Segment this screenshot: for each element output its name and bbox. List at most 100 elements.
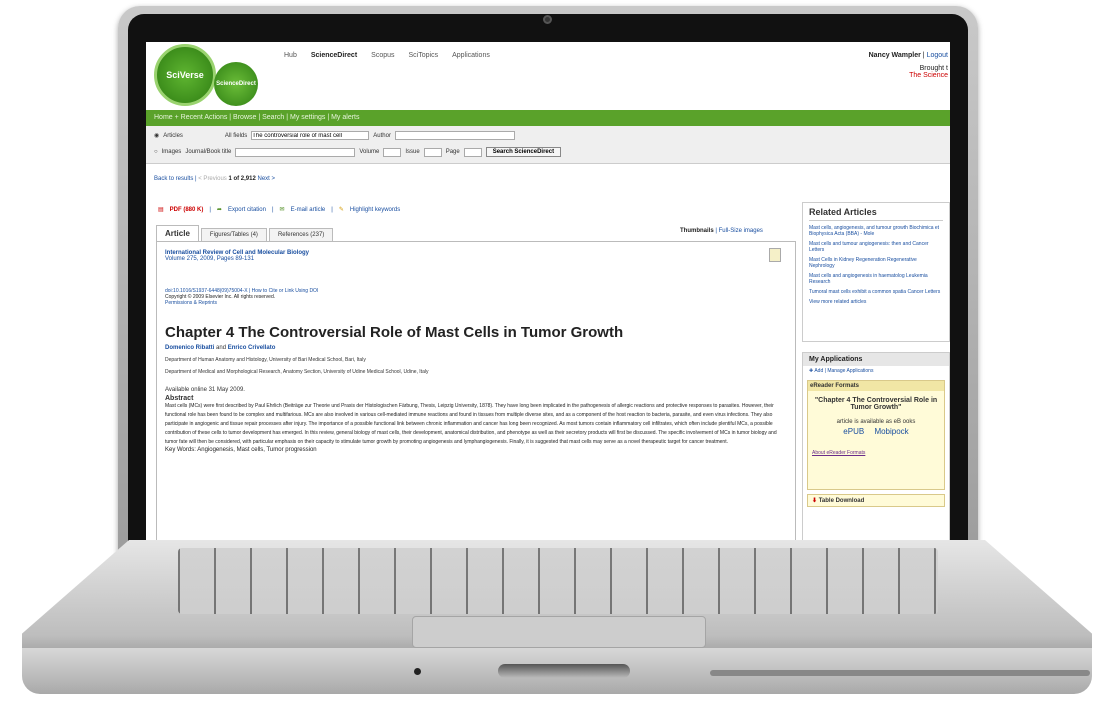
sciencedirect-logo[interactable]: ScienceDirect [214,62,258,106]
page-label: Page [445,149,460,155]
document-icon[interactable] [769,248,781,262]
topnav-scopus[interactable]: Scopus [371,52,394,59]
images-label: Images [161,149,182,155]
search-button[interactable]: Search ScienceDirect [485,147,562,157]
abstract-text: Mast cells (MCs) were first described by… [165,403,777,445]
abstract-heading: Abstract [165,395,194,402]
top-navigation: Hub ScienceDirect Scopus SciTopics Appli… [284,52,490,59]
sciverse-logo-text: SciVerse [166,70,204,80]
volume-link[interactable]: Volume 275, 2009, Pages 89-131 [165,256,787,262]
laptop-screen: SciVerse ScienceDirect Hub ScienceDirect… [146,42,950,550]
sciverse-logo[interactable]: SciVerse [154,44,216,106]
download-icon: ⬇ [812,498,818,504]
topnav-sciencedirect[interactable]: ScienceDirect [311,52,357,59]
journal-label: Journal/Book title [185,149,232,155]
articles-label: Articles [163,132,183,139]
articles-radio[interactable]: ◉ [154,132,159,139]
sciencedirect-page: SciVerse ScienceDirect Hub ScienceDirect… [146,42,950,550]
thumbnails-option[interactable]: Thumbnails [680,228,714,234]
manage-apps-link[interactable]: Manage Applications [827,368,873,374]
issue-input[interactable] [423,147,442,157]
ereader-title: eReader Formats [808,381,944,391]
affiliation-2: Department of Medical and Morphological … [165,369,429,375]
ereader-chapter: "Chapter 4 The Controversial Role in Tum… [814,397,938,411]
table-download-title: Table Download [818,498,865,504]
speaker-grille [710,670,1090,676]
keyboard [178,548,938,614]
permissions-link[interactable]: Permissions & Reprints [165,300,787,306]
volume-label: Volume [359,149,380,155]
sciencedirect-logo-text: ScienceDirect [216,81,256,87]
page-input[interactable] [463,147,482,157]
affiliation-1: Department of Human Anatomy and Histolog… [165,357,366,363]
view-more-related-link[interactable]: View more related articles [809,299,943,305]
ereader-available: article is available as eB ooks [836,419,916,425]
my-applications-heading: My Applications [803,353,949,366]
topnav-applications[interactable]: Applications [452,52,490,59]
related-article-item[interactable]: Mast Cells in Kidney Regeneration Regene… [809,257,943,269]
laptop-scene: SciVerse ScienceDirect Hub ScienceDirect… [0,0,1110,705]
my-applications-panel: My Applications ✚ Add | Manage Applicati… [802,352,950,550]
add-app-link[interactable]: Add [814,368,823,374]
article-body: International Review of Cell and Molecul… [156,242,796,550]
thumbs-sep: | [715,228,717,234]
related-articles-heading: Related Articles [809,207,943,221]
related-article-item[interactable]: Mast cells and angiogenesis in haematolo… [809,273,943,285]
export-icon: ➦ [216,207,222,213]
logout-link[interactable]: Logout [927,52,948,59]
allfields-label: All fields [224,132,248,139]
ereader-links: ePUB Mobipock [812,427,940,436]
power-led-icon [414,668,421,675]
topnav-hub[interactable]: Hub [284,52,297,59]
epub-link[interactable]: ePUB [843,427,864,436]
mobipocket-link[interactable]: Mobipock [874,427,908,436]
search-row-1: ◉ Articles All fields Author [154,131,515,140]
full-size-option[interactable]: Full-Size images [719,228,763,234]
user-name: Nancy Wampler [868,52,921,59]
export-citation-link[interactable]: Export citation [228,207,266,213]
author-1-link[interactable]: Domenico Ribatti [165,345,214,351]
author-2-link[interactable]: Enrico Crivellato [228,345,276,351]
next-link[interactable]: Next > [257,176,275,182]
app-actions: ✚ Add | Manage Applications [809,368,874,374]
tab-references[interactable]: References (237) [268,228,334,241]
right-sidebar: Related Articles Mast cells, angiogenesi… [802,202,950,550]
related-article-item[interactable]: Mast cells and tumour angiogenesis: then… [809,241,943,253]
journal-input[interactable] [235,147,356,157]
tab-article[interactable]: Article [156,225,199,241]
pdf-icon[interactable]: ▤ [158,206,164,213]
related-articles-list: Mast cells, angiogenesis, and tumour gro… [809,225,943,305]
disc-slot [498,664,630,678]
topnav-scitopics[interactable]: SciTopics [409,52,439,59]
email-article-link[interactable]: E-mail article [291,207,326,213]
about-ereader-link[interactable]: About eReader Formats [812,450,940,456]
user-bar: Nancy Wampler | Logout Brought t The Sci… [868,52,948,79]
previous-link[interactable]: < Previous [198,176,227,182]
related-article-item[interactable]: Tumoral mast cells exhibit a common spat… [809,289,943,295]
issue-label: Issue [405,149,420,155]
trackpad [412,616,706,648]
pdf-link[interactable]: PDF (880 K) [170,207,204,213]
authors-and: and [216,345,227,351]
article-toolbar: ▤ PDF (880 K) | ➦ Export citation | ✉ E-… [158,206,401,214]
highlight-keywords-link[interactable]: Highlight keywords [350,207,400,213]
table-download-widget[interactable]: ⬇ Table Download [807,494,945,507]
available-online: Available online 31 May 2009. [165,387,245,393]
image-size-toggle: Thumbnails | Full-Size images [680,228,763,234]
ereader-widget: eReader Formats "Chapter 4 The Controver… [807,380,945,490]
brought-to-you: Brought t [919,65,948,72]
institution-name[interactable]: The Science [869,72,948,79]
camera-icon [543,15,552,24]
article-title: Chapter 4 The Controversial Role of Mast… [165,324,624,341]
volume-input[interactable] [383,147,402,157]
back-to-results-link[interactable]: Back to results [154,176,193,182]
author-input[interactable] [394,131,515,140]
author-label: Author [373,132,391,139]
highlight-icon: ✎ [338,207,344,213]
tab-figures-tables[interactable]: Figures/Tables (4) [200,228,267,241]
main-nav-bar[interactable]: Home + Recent Actions | Browse | Search … [146,110,950,126]
images-radio[interactable]: ○ [154,149,158,155]
search-row-2: ○ Images Journal/Book title Volume Issue… [154,147,562,157]
allfields-input[interactable] [251,131,370,140]
related-article-item[interactable]: Mast cells, angiogenesis, and tumour gro… [809,225,943,237]
